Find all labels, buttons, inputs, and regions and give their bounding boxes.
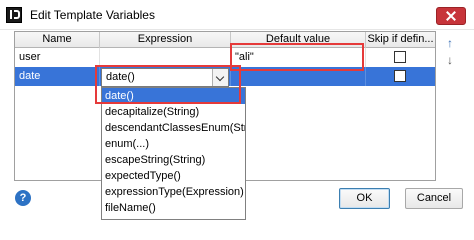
column-header-skip-if-defined[interactable]: Skip if defin...: [366, 32, 435, 48]
dropdown-option[interactable]: decapitalize(String): [102, 104, 245, 120]
move-down-icon[interactable]: ↓: [440, 52, 460, 68]
dropdown-option[interactable]: escapeString(String): [102, 152, 245, 168]
annotation-box-expression: [95, 65, 241, 104]
dropdown-option[interactable]: fileName(): [102, 200, 245, 216]
expression-dropdown-list[interactable]: date() decapitalize(String) descendantCl…: [101, 87, 246, 220]
skip-checkbox[interactable]: [394, 51, 406, 63]
help-icon[interactable]: ?: [15, 190, 31, 206]
column-header-name[interactable]: Name: [15, 32, 100, 48]
dropdown-option[interactable]: expressionType(Expression): [102, 184, 245, 200]
annotation-box-default-value: [230, 43, 364, 71]
ok-button[interactable]: OK: [339, 188, 390, 209]
cell-name[interactable]: user: [15, 48, 100, 67]
cell-skip-if-defined: [366, 67, 435, 86]
column-header-expression[interactable]: Expression: [100, 32, 231, 48]
move-up-icon[interactable]: ↑: [440, 35, 460, 51]
skip-checkbox[interactable]: [394, 70, 406, 82]
cell-skip-if-defined: [366, 48, 435, 67]
dropdown-option[interactable]: descendantClassesEnum(Strin: [102, 120, 245, 136]
title-bar: Edit Template Variables: [0, 0, 474, 30]
close-button[interactable]: [436, 7, 466, 25]
window-title: Edit Template Variables: [30, 8, 155, 22]
intellij-logo-icon: [6, 7, 22, 23]
dropdown-option[interactable]: expectedType(): [102, 168, 245, 184]
cancel-button[interactable]: Cancel: [405, 188, 463, 209]
dropdown-option[interactable]: enum(...): [102, 136, 245, 152]
table-header: Name Expression Default value Skip if de…: [15, 32, 435, 48]
cell-name[interactable]: date: [15, 67, 100, 86]
